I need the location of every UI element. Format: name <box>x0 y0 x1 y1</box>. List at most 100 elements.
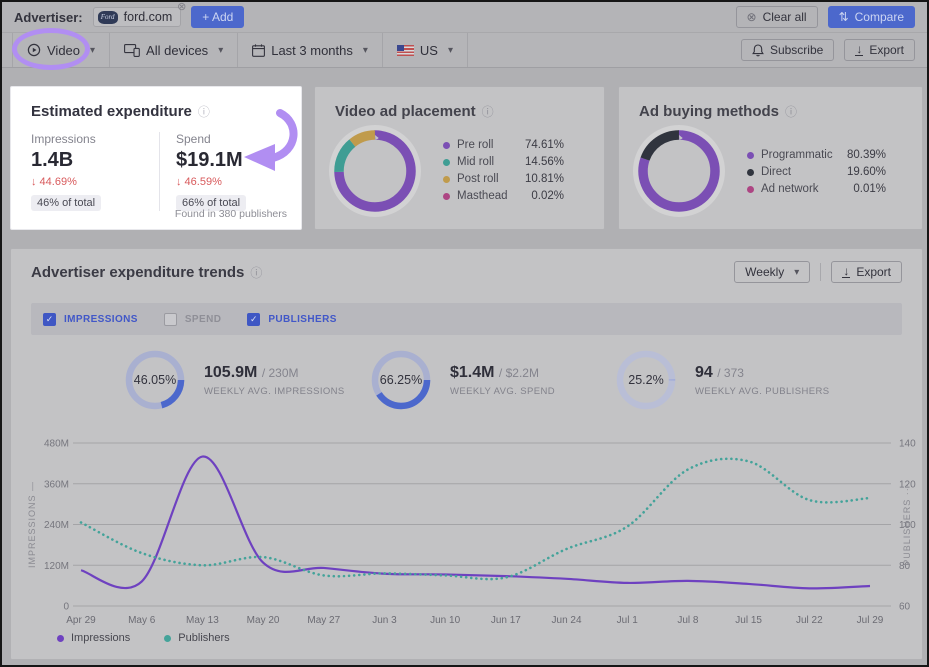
spend-label: Spend <box>176 132 281 146</box>
legend-dot <box>443 176 450 183</box>
card-title: Estimated expenditure <box>11 87 301 120</box>
svg-text:Jul 15: Jul 15 <box>735 615 762 626</box>
info-icon[interactable] <box>192 103 210 120</box>
top-bar: Advertiser: Ford ford.com ⊗ + Add ⊗ Clea… <box>2 2 927 32</box>
ford-logo: Ford <box>98 11 118 24</box>
spend-value: $19.1M <box>176 149 281 172</box>
svg-text:Jul 22: Jul 22 <box>796 615 823 626</box>
publishers-gauge[interactable]: 25.2% <box>615 349 677 411</box>
publishers-gauge-group: 25.2% 94 / 373 WEEKLY AVG. PUBLISHERS <box>615 349 829 411</box>
svg-text:Jul 29: Jul 29 <box>857 615 884 626</box>
impressions-value: 1.4B <box>31 149 159 172</box>
svg-text:Apr 29: Apr 29 <box>66 615 96 626</box>
expenditure-trends-card: Advertiser expenditure trends Weekly ↓ E… <box>10 248 923 660</box>
compare-button[interactable]: ⇅ Compare <box>828 6 915 28</box>
calendar-icon <box>252 44 265 57</box>
gauge-caption: WEEKLY AVG. IMPRESSIONS <box>204 386 345 397</box>
gauge-value: $1.4M / $2.2M <box>450 364 555 382</box>
filter-media-type[interactable]: Video <box>12 33 110 67</box>
svg-text:IMPRESSIONS —: IMPRESSIONS — <box>27 481 37 568</box>
impressions-change: ↓ 44.69% <box>31 176 159 188</box>
placement-donut-chart[interactable] <box>327 123 423 219</box>
gauge-value: 105.9M / 230M <box>204 364 345 382</box>
svg-text:Jul 8: Jul 8 <box>677 615 699 626</box>
adclarity-dashboard: Advertiser: Ford ford.com ⊗ + Add ⊗ Clea… <box>0 0 929 667</box>
legend-dot <box>443 193 450 200</box>
legend-dot <box>747 186 754 193</box>
legend-dot <box>443 142 450 149</box>
legend-dot <box>164 635 171 642</box>
spend-gauge[interactable]: 66.25% <box>370 349 432 411</box>
remove-advertiser-icon[interactable]: ⊗ <box>177 2 186 13</box>
filter-bar: Video All devices Last 3 months US Subsc… <box>2 32 927 68</box>
spend-gauge-group: 66.25% $1.4M / $2.2MWEEKLY AVG. SPEND <box>370 349 555 411</box>
us-flag-icon <box>397 45 414 56</box>
svg-text:Jun 3: Jun 3 <box>372 615 397 626</box>
trends-export-button[interactable]: ↓ Export <box>831 261 902 283</box>
svg-text:Jul 1: Jul 1 <box>617 615 639 626</box>
impressions-share-badge: 46% of total <box>31 195 101 211</box>
card-title: Ad buying methods <box>619 87 922 120</box>
svg-text:Jun 10: Jun 10 <box>430 615 460 626</box>
legend-item: Post roll10.81% <box>443 173 564 185</box>
compare-icon: ⇅ <box>839 11 849 23</box>
svg-text:0: 0 <box>63 602 69 613</box>
svg-text:Jun 17: Jun 17 <box>491 615 521 626</box>
info-icon[interactable] <box>779 103 797 120</box>
legend-dot <box>747 169 754 176</box>
subscribe-button[interactable]: Subscribe <box>741 39 834 61</box>
svg-text:360M: 360M <box>44 479 69 490</box>
advertiser-domain: ford.com <box>124 10 173 24</box>
legend-item: Programmatic80.39% <box>747 149 886 161</box>
download-icon: ↓ <box>842 266 850 279</box>
spend-change: ↓ 46.59% <box>176 176 281 188</box>
impressions-gauge[interactable]: 46.05% <box>124 349 186 411</box>
divider <box>820 263 821 281</box>
clear-icon: ⊗ <box>747 10 757 24</box>
filter-country[interactable]: US <box>383 33 468 67</box>
legend-item: Ad network0.01% <box>747 183 886 195</box>
legend-dot <box>443 159 450 166</box>
checkbox-icon <box>247 313 260 326</box>
video-ad-placement-card: Video ad placement Pre roll74.61% Mid ro… <box>314 86 605 230</box>
toggle-impressions[interactable]: IMPRESSIONS <box>43 313 138 326</box>
advertiser-tag[interactable]: Ford ford.com ⊗ <box>93 7 182 27</box>
impressions-label: Impressions <box>31 132 159 146</box>
series-toggle-bar: IMPRESSIONS SPEND PUBLISHERS <box>31 303 902 335</box>
ad-buying-methods-card: Ad buying methods Programmatic80.39% Dir… <box>618 86 923 230</box>
info-icon[interactable] <box>476 103 494 120</box>
interval-dropdown[interactable]: Weekly <box>734 261 810 283</box>
buying-donut-chart[interactable] <box>631 123 727 219</box>
svg-text:480M: 480M <box>44 439 69 450</box>
export-button[interactable]: ↓ Export <box>844 39 915 61</box>
svg-text:Jun 24: Jun 24 <box>552 615 582 626</box>
placement-legend: Pre roll74.61% Mid roll14.56% Post roll1… <box>443 139 564 207</box>
svg-text:60: 60 <box>899 602 911 613</box>
gauge-caption: WEEKLY AVG. PUBLISHERS <box>695 386 829 397</box>
publishers-footnote: Found in 380 publishers <box>175 208 287 220</box>
info-icon[interactable] <box>244 264 262 281</box>
clear-all-button[interactable]: ⊗ Clear all <box>736 6 818 28</box>
svg-text:May 6: May 6 <box>128 615 156 626</box>
legend-item: Masthead0.02% <box>443 190 564 202</box>
trend-chart-legend: Impressions Publishers <box>57 632 230 644</box>
add-advertiser-button[interactable]: + Add <box>191 6 244 28</box>
impressions-gauge-group: 46.05% 105.9M / 230M WEEKLY AVG. IMPRESSI… <box>124 349 345 411</box>
legend-publishers[interactable]: Publishers <box>164 632 229 644</box>
svg-text:May 20: May 20 <box>247 615 280 626</box>
trend-chart[interactable]: 060120M80240M100360M120480M140Apr 29May … <box>11 431 924 631</box>
toggle-publishers[interactable]: PUBLISHERS <box>247 313 336 326</box>
toggle-spend[interactable]: SPEND <box>164 313 221 326</box>
play-circle-icon <box>27 43 41 57</box>
download-icon: ↓ <box>855 44 863 57</box>
svg-text:120M: 120M <box>44 561 69 572</box>
estimated-expenditure-card: Estimated expenditure Impressions 1.4B ↓… <box>10 86 302 230</box>
checkbox-icon <box>43 313 56 326</box>
legend-impressions[interactable]: Impressions <box>57 632 130 644</box>
filter-date-range[interactable]: Last 3 months <box>238 33 383 67</box>
gauge-value: 94 / 373 <box>695 364 829 382</box>
legend-dot <box>57 635 64 642</box>
filter-devices[interactable]: All devices <box>110 33 238 67</box>
svg-text:PUBLISHERS ···: PUBLISHERS ··· <box>902 483 912 566</box>
buying-legend: Programmatic80.39% Direct19.60% Ad netwo… <box>747 149 886 200</box>
